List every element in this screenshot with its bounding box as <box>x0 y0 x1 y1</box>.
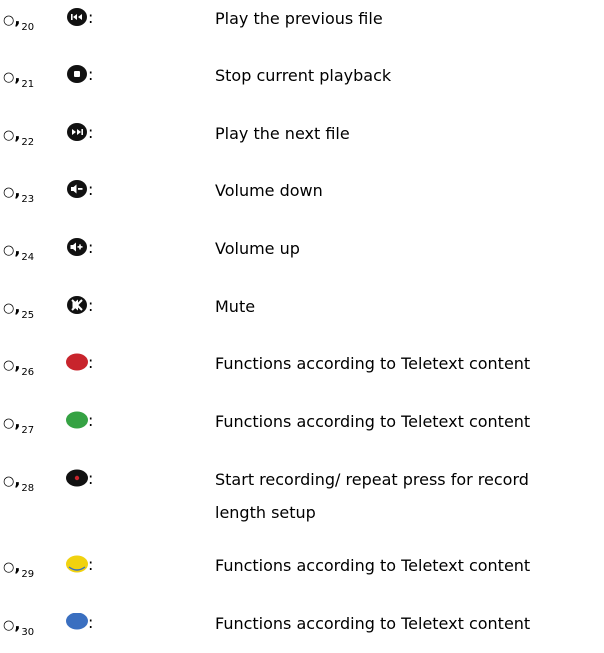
item-bullet: ○,21 <box>3 66 35 91</box>
item-description: Volume up <box>215 239 300 258</box>
item-bullet: ○,22 <box>3 124 35 149</box>
list-item: ○,30 : Functions according to Teletext c… <box>0 613 604 653</box>
item-bullet: ○,28 <box>3 470 35 495</box>
item-description: Functions according to Teletext content <box>215 412 531 431</box>
volume-up-icon <box>66 238 90 258</box>
item-bullet: ○,24 <box>3 239 35 264</box>
list-item: ○,22 : Play the next file <box>0 123 604 163</box>
list-item: ○,29 : Functions according to Teletext c… <box>0 555 604 595</box>
record-button-icon <box>66 469 90 489</box>
item-bullet: ○,30 <box>3 614 35 639</box>
list-item: ○,24 : Volume up <box>0 238 604 278</box>
item-bullet: ○,27 <box>3 412 35 437</box>
item-description: Functions according to Teletext content <box>215 354 531 373</box>
list-item: ○,26 : Functions according to Teletext c… <box>0 353 604 393</box>
item-bullet: ○,25 <box>3 297 35 322</box>
list-item: ○,28 : Start recording/ repeat press for… <box>0 469 604 539</box>
next-file-icon <box>66 123 90 143</box>
list-item: ○,23 : Volume down <box>0 180 604 220</box>
volume-down-icon <box>66 180 90 200</box>
item-bullet: ○,23 <box>3 181 35 206</box>
previous-file-icon <box>66 8 90 28</box>
mute-icon <box>66 296 90 316</box>
item-description: Play the next file <box>215 124 350 143</box>
item-description: Mute <box>215 297 256 316</box>
item-description: Functions according to Teletext content <box>215 556 531 575</box>
item-bullet: ○,29 <box>3 556 35 581</box>
list-item: ○,25 : Mute <box>0 296 604 336</box>
item-description: Stop current playback <box>215 66 392 85</box>
list-item: ○,27 : Functions according to Teletext c… <box>0 411 604 451</box>
blue-button-icon <box>66 613 90 633</box>
list-item: ○,21 : Stop current playback <box>0 65 604 105</box>
red-button-icon <box>66 353 90 373</box>
green-button-icon <box>66 411 90 431</box>
yellow-button-icon <box>66 555 90 575</box>
item-description: Functions according to Teletext content <box>215 614 531 633</box>
item-bullet: ○,20 <box>3 9 35 34</box>
item-description: Start recording/ repeat press for record… <box>215 470 529 522</box>
item-description: Volume down <box>215 181 323 200</box>
item-bullet: ○,26 <box>3 354 35 379</box>
list-item: ○,20 : Play the previous file <box>0 8 604 48</box>
stop-icon <box>66 65 90 85</box>
item-description: Play the previous file <box>215 9 383 28</box>
